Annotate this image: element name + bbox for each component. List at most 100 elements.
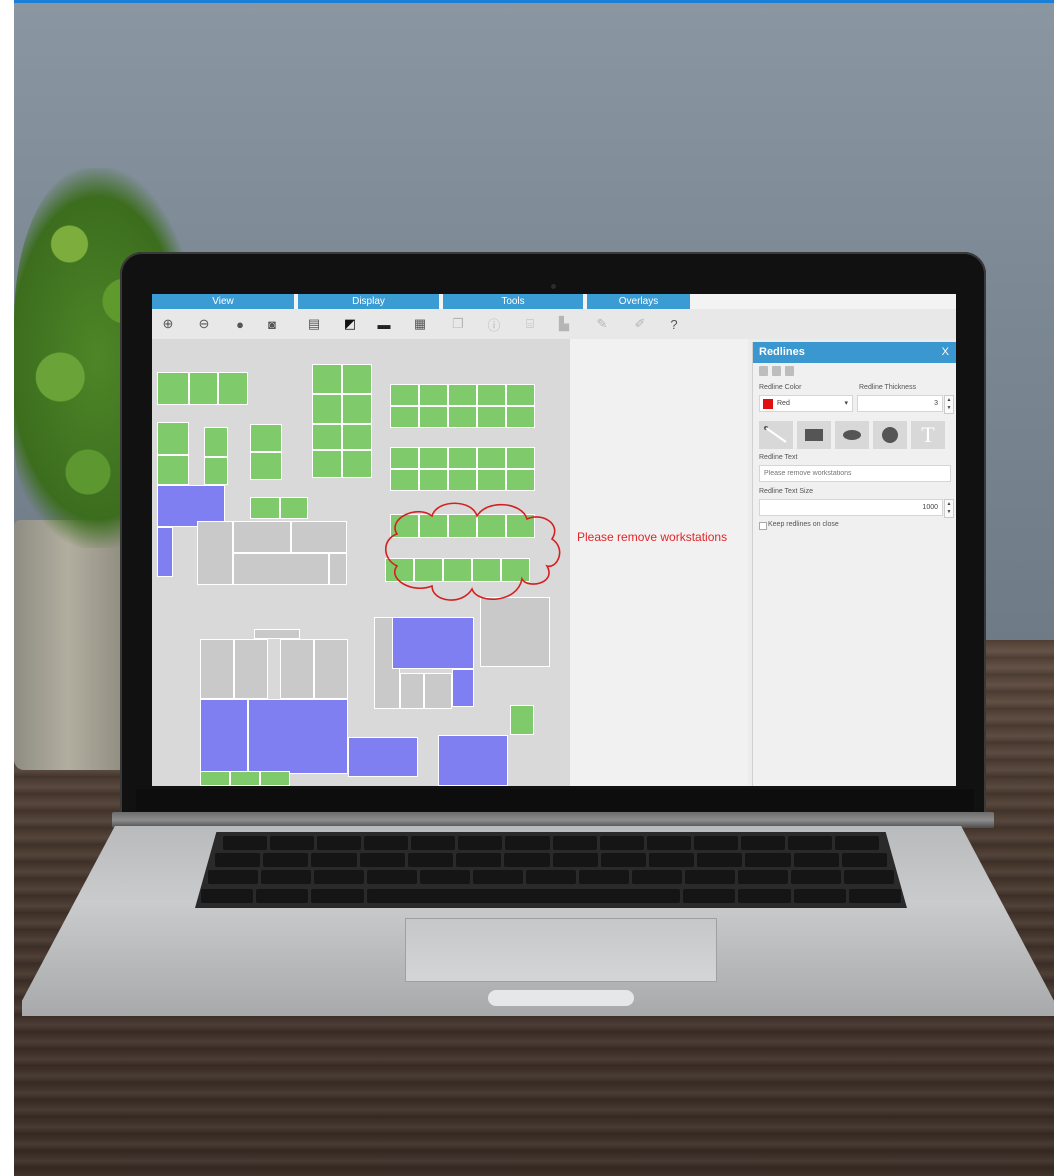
workstation[interactable] — [448, 469, 477, 491]
info-icon[interactable]: ⓘ — [484, 314, 504, 334]
gradient-icon[interactable]: ▬ — [374, 314, 394, 334]
room[interactable] — [342, 394, 372, 424]
room[interactable] — [204, 427, 228, 457]
delete-icon[interactable] — [772, 366, 781, 376]
workstation[interactable] — [448, 447, 477, 469]
room[interactable] — [342, 364, 372, 394]
room[interactable] — [250, 424, 282, 452]
thickness-spinner[interactable]: ▲ ▼ — [944, 395, 954, 414]
text-size-spinner[interactable]: ▲ ▼ — [944, 499, 954, 518]
room[interactable] — [342, 424, 372, 450]
zoom-window-icon[interactable]: ◙ — [262, 314, 282, 334]
workstation[interactable] — [448, 406, 477, 428]
thickness-input[interactable]: 3 — [857, 395, 943, 412]
room-vacant[interactable] — [248, 699, 348, 774]
workstation[interactable] — [477, 406, 506, 428]
room-common[interactable] — [400, 673, 424, 709]
tiles-icon[interactable]: ▦ — [410, 314, 430, 334]
room-common[interactable] — [233, 521, 291, 553]
marker-icon[interactable]: ✐ — [630, 314, 650, 334]
ellipse-icon[interactable] — [835, 421, 869, 449]
room-common[interactable] — [200, 639, 234, 699]
workstation[interactable] — [506, 469, 535, 491]
workstation[interactable] — [390, 469, 419, 491]
zoom-out-icon[interactable]: ⊖ — [194, 314, 214, 334]
measure-icon[interactable]: ⌸ — [520, 314, 540, 334]
layers-icon[interactable]: ▤ — [304, 314, 324, 334]
room[interactable] — [342, 450, 372, 478]
workstation[interactable] — [477, 447, 506, 469]
redline-cloud-icon[interactable] — [377, 494, 577, 614]
room-vacant[interactable] — [348, 737, 418, 777]
workstation[interactable] — [390, 447, 419, 469]
workstation[interactable] — [419, 406, 448, 428]
workstation[interactable] — [390, 384, 419, 406]
workstation[interactable] — [448, 384, 477, 406]
room[interactable] — [510, 705, 534, 735]
tab-display[interactable]: Display — [298, 294, 439, 309]
room[interactable] — [280, 497, 308, 519]
workstation[interactable] — [419, 469, 448, 491]
fill-icon[interactable]: ◩ — [340, 314, 360, 334]
room[interactable] — [200, 771, 230, 786]
room[interactable] — [312, 450, 342, 478]
room-common[interactable] — [233, 553, 329, 585]
room[interactable] — [312, 364, 342, 394]
help-icon[interactable]: ? — [664, 314, 684, 334]
cloud-icon[interactable] — [873, 421, 907, 449]
room[interactable] — [312, 394, 342, 424]
room-common[interactable] — [291, 521, 347, 553]
tab-overlays[interactable]: Overlays — [587, 294, 690, 309]
color-select[interactable]: Red ▾ — [759, 395, 853, 412]
room-vacant[interactable] — [157, 527, 173, 577]
room[interactable] — [157, 372, 189, 405]
room-vacant[interactable] — [200, 699, 248, 774]
workstation[interactable] — [477, 469, 506, 491]
text-icon[interactable]: T — [911, 421, 945, 449]
room-vacant[interactable] — [438, 735, 508, 786]
room[interactable] — [230, 771, 260, 786]
workstation[interactable] — [506, 447, 535, 469]
line-icon[interactable] — [759, 421, 793, 449]
tab-tools[interactable]: Tools — [443, 294, 583, 309]
zoom-extents-icon[interactable]: ● — [230, 314, 250, 334]
redline-text-input[interactable] — [759, 465, 951, 482]
workstation[interactable] — [506, 406, 535, 428]
workstation[interactable] — [506, 384, 535, 406]
new-redline-icon[interactable] — [759, 366, 768, 376]
zoom-in-icon[interactable]: ⊕ — [158, 314, 178, 334]
workstation[interactable] — [390, 406, 419, 428]
room-common[interactable] — [314, 639, 348, 699]
tab-view[interactable]: View — [152, 294, 294, 309]
room-vacant[interactable] — [452, 669, 474, 707]
room-common[interactable] — [329, 553, 347, 585]
save-icon[interactable] — [785, 366, 794, 376]
pencil-icon[interactable]: ✎ — [592, 314, 612, 334]
workstation[interactable] — [419, 384, 448, 406]
room-common[interactable] — [254, 629, 300, 639]
room[interactable] — [250, 497, 280, 519]
room[interactable] — [157, 455, 189, 485]
redline-annotation[interactable]: Please remove workstations — [577, 530, 727, 544]
room-common[interactable] — [234, 639, 268, 699]
report-icon[interactable]: ▙ — [554, 314, 574, 334]
copy-icon[interactable]: ❐ — [448, 314, 468, 334]
room[interactable] — [204, 457, 228, 485]
text-size-input[interactable]: 1000 — [759, 499, 943, 516]
room[interactable] — [312, 424, 342, 450]
room[interactable] — [260, 771, 290, 786]
workstation[interactable] — [419, 447, 448, 469]
room[interactable] — [189, 372, 218, 405]
rectangle-icon[interactable] — [797, 421, 831, 449]
room-common[interactable] — [424, 673, 452, 709]
room-common[interactable] — [197, 521, 233, 585]
room[interactable] — [218, 372, 248, 405]
keep-checkbox[interactable] — [759, 522, 767, 530]
close-icon[interactable]: X — [942, 342, 949, 363]
room[interactable] — [157, 422, 189, 455]
room[interactable] — [250, 452, 282, 480]
workstation[interactable] — [477, 384, 506, 406]
room-common[interactable] — [280, 639, 314, 699]
room-vacant[interactable] — [392, 617, 474, 669]
floor-plan[interactable]: Please remove workstations — [152, 339, 748, 786]
